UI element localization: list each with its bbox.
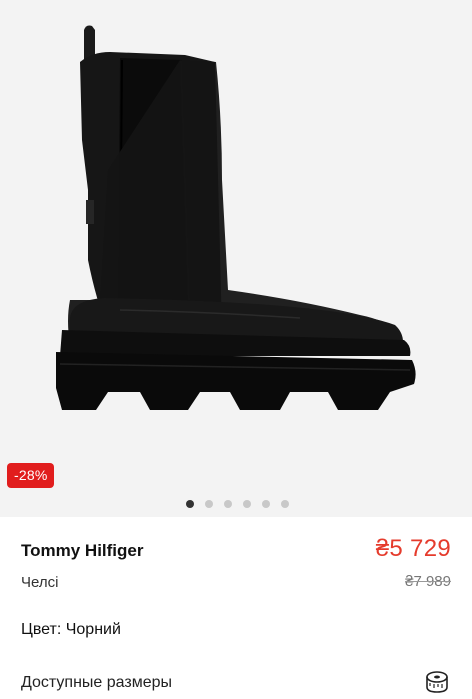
available-sizes-label: Доступные размеры [21,674,173,691]
product-photo-boot[interactable] [0,0,472,517]
discount-badge: -28% [7,463,55,488]
color-label: Цвет: Чорний [21,621,121,638]
measuring-tape-icon[interactable] [424,669,450,695]
pagination-dot-6[interactable] [280,500,289,508]
current-price: ₴5 729 [375,535,451,562]
gallery-pagination[interactable] [0,498,472,510]
product-category: Челсі [21,574,59,591]
pagination-dot-3[interactable] [223,500,232,508]
pagination-dot-1[interactable] [185,500,194,508]
product-gallery[interactable]: -28% [0,0,472,517]
pagination-dot-5[interactable] [261,500,270,508]
product-info: Tommy Hilfiger ₴5 729 Челсі ₴7 989 Цвет:… [0,517,472,699]
old-price: ₴7 989 [405,573,451,590]
pagination-dot-2[interactable] [204,500,213,508]
pagination-dot-4[interactable] [242,500,251,508]
brand-name[interactable]: Tommy Hilfiger [21,541,143,561]
